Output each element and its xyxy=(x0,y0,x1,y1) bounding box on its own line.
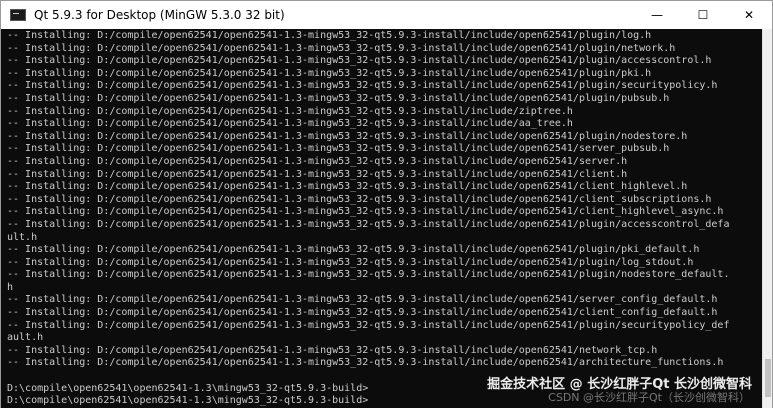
console-line: -- Installing: D:/compile/open62541/open… xyxy=(7,168,628,180)
maximize-button[interactable]: ☐ xyxy=(680,1,726,29)
terminal-window: Qt 5.9.3 for Desktop (MinGW 5.3.0 32 bit… xyxy=(0,0,773,408)
console-line: ault.h xyxy=(7,332,44,344)
console-line: -- Installing: D:/compile/open62541/open… xyxy=(7,181,688,193)
console-line: -- Installing: D:/compile/open62541/open… xyxy=(7,294,718,306)
window-title: Qt 5.9.3 for Desktop (MinGW 5.3.0 32 bit… xyxy=(34,8,285,22)
minimize-button[interactable]: — xyxy=(634,1,680,29)
console-output[interactable]: -- Installing: D:/compile/open62541/open… xyxy=(1,29,763,408)
console-line: -- Installing: D:/compile/open62541/open… xyxy=(7,193,712,205)
console-icon xyxy=(10,9,26,21)
console-line: -- Installing: D:/compile/open62541/open… xyxy=(7,30,652,41)
watermark-subtext: CSDN @长沙红胖子Qt（长沙创微智科） xyxy=(548,391,750,404)
console-line: h xyxy=(7,281,14,293)
console-line: -- Installing: D:/compile/open62541/open… xyxy=(7,55,712,67)
vertical-scrollbar[interactable] xyxy=(762,29,772,408)
console-line: -- Installing: D:/compile/open62541/open… xyxy=(7,218,730,230)
console-line: -- Installing: D:/compile/open62541/open… xyxy=(7,105,573,117)
console-line: -- Installing: D:/compile/open62541/open… xyxy=(7,256,694,268)
console-line: -- Installing: D:/compile/open62541/open… xyxy=(7,269,730,281)
console-line: -- Installing: D:/compile/open62541/open… xyxy=(7,42,676,54)
console-line: -- Installing: D:/compile/open62541/open… xyxy=(7,80,718,92)
scrollbar-thumb[interactable] xyxy=(765,359,771,397)
console-line: -- Installing: D:/compile/open62541/open… xyxy=(7,307,718,319)
close-button[interactable]: ✕ xyxy=(726,1,772,29)
console-line: -- Installing: D:/compile/open62541/open… xyxy=(7,92,670,104)
console-line: ult.h xyxy=(7,231,38,243)
console-line: -- Installing: D:/compile/open62541/open… xyxy=(7,244,700,256)
console-line: -- Installing: D:/compile/open62541/open… xyxy=(7,143,670,155)
console-line: -- Installing: D:/compile/open62541/open… xyxy=(7,130,688,142)
console-line: -- Installing: D:/compile/open62541/open… xyxy=(7,206,724,218)
title-bar[interactable]: Qt 5.9.3 for Desktop (MinGW 5.3.0 32 bit… xyxy=(1,1,772,29)
console-line: -- Installing: D:/compile/open62541/open… xyxy=(7,155,628,167)
console-line: -- Installing: D:/compile/open62541/open… xyxy=(7,319,730,331)
console-line: -- Installing: D:/compile/open62541/open… xyxy=(7,344,658,356)
console-line: -- Installing: D:/compile/open62541/open… xyxy=(7,118,573,130)
console-line: -- Installing: D:/compile/open62541/open… xyxy=(7,67,652,79)
console-line: -- Installing: D:/compile/open62541/open… xyxy=(7,357,724,369)
